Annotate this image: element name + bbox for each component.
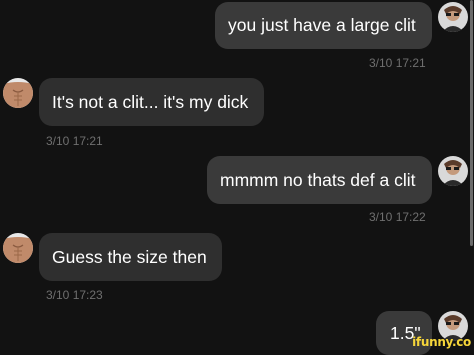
chat-screen: { "messages": [ {"sender": "other-user",… <box>0 0 474 355</box>
avatar[interactable] <box>3 233 33 263</box>
message-bubble[interactable]: It's not a clit... it's my dick <box>39 78 264 126</box>
message-bubble[interactable]: Guess the size then <box>39 233 222 281</box>
message-timestamp: 3/10 17:23 <box>46 288 103 302</box>
watermark-logo: ifunny.co <box>412 335 471 349</box>
avatar[interactable] <box>3 78 33 108</box>
message-timestamp: 3/10 17:21 <box>46 134 103 148</box>
message-text: you just have a large clit <box>228 15 416 35</box>
avatar[interactable] <box>438 156 468 186</box>
message-bubble[interactable]: mmmm no thats def a clit <box>207 156 432 204</box>
avatar[interactable] <box>438 2 468 32</box>
message-timestamp: 3/10 17:22 <box>369 210 426 224</box>
message-text: mmmm no thats def a clit <box>220 170 416 190</box>
message-text: It's not a clit... it's my dick <box>52 92 249 112</box>
message-bubble[interactable]: you just have a large clit <box>215 2 432 49</box>
message-text: Guess the size then <box>52 247 207 267</box>
message-timestamp: 3/10 17:21 <box>369 56 426 70</box>
scrollbar[interactable] <box>470 0 473 246</box>
